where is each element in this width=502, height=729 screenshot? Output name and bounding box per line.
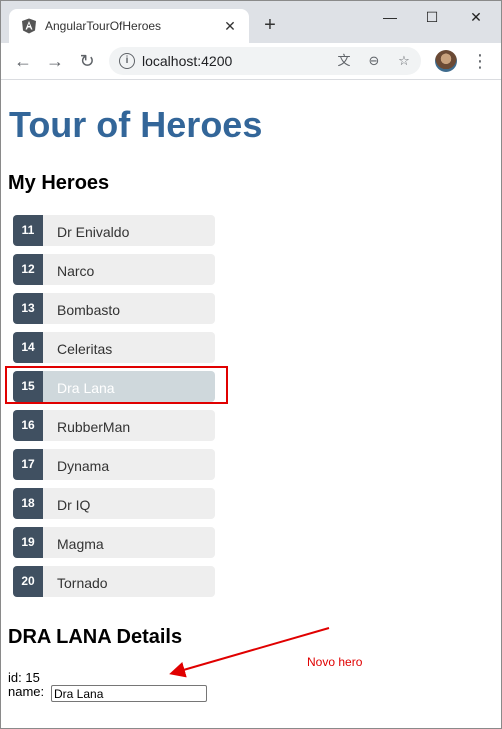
browser-window: AngularTourOfHeroes ✕ + — ☐ ✕ ← → ↻ i lo… [0, 0, 502, 729]
annotation-arrow [169, 627, 330, 678]
zoom-icon[interactable]: ⊖ [365, 52, 383, 70]
page-content: Tour of Heroes My Heroes 11 Dr Enivaldo 12… [1, 80, 501, 728]
star-icon[interactable]: ☆ [395, 52, 413, 70]
profile-avatar[interactable] [435, 50, 457, 72]
close-window-button[interactable]: ✕ [453, 5, 499, 29]
tab-title: AngularTourOfHeroes [45, 19, 162, 33]
back-arrow-icon[interactable]: ← [11, 49, 35, 73]
maximize-button[interactable]: ☐ [409, 5, 455, 29]
angular-icon [22, 18, 36, 34]
forward-arrow-icon[interactable]: → [43, 49, 67, 73]
info-icon[interactable]: i [119, 53, 135, 69]
reload-icon[interactable]: ↻ [75, 49, 99, 73]
browser-toolbar: ← → ↻ i localhost:4200 文 ⊖ ☆ ⋮ [1, 43, 501, 80]
menu-icon[interactable]: ⋮ [471, 49, 489, 73]
tab-close-icon[interactable]: ✕ [221, 17, 239, 35]
minimize-button[interactable]: — [367, 5, 413, 29]
url-text[interactable]: localhost:4200 [142, 53, 232, 69]
tab-bar: AngularTourOfHeroes ✕ + — ☐ ✕ [1, 1, 501, 43]
address-bar[interactable]: i localhost:4200 文 ⊖ ☆ [109, 47, 421, 75]
browser-tab[interactable]: AngularTourOfHeroes ✕ [9, 9, 249, 43]
translate-icon[interactable]: 文 [335, 52, 353, 70]
new-tab-button[interactable]: + [259, 15, 281, 35]
